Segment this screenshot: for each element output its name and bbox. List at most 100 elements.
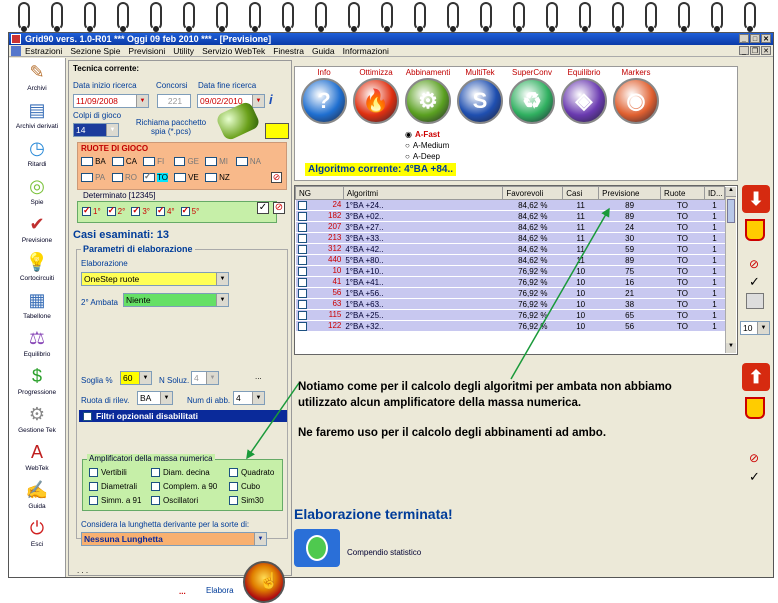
equilibrio-button[interactable]: ◈ bbox=[561, 78, 607, 124]
menu-informazioni[interactable]: Informazioni bbox=[343, 46, 389, 56]
check-all-button[interactable]: ✓ bbox=[257, 202, 269, 214]
row-checkbox[interactable] bbox=[297, 256, 307, 265]
markers-button[interactable]: ◉ bbox=[613, 78, 659, 124]
determinato-checkbox[interactable] bbox=[131, 205, 141, 216]
menu-servizio-webtek[interactable]: Servizio WebTek bbox=[202, 46, 265, 56]
table-row[interactable]: 115 2°BA +25.. 76,92 % 10 65 TO 1 bbox=[295, 309, 725, 321]
ruota-checkbox[interactable] bbox=[143, 157, 156, 166]
superconv-button[interactable]: ♻ bbox=[509, 78, 555, 124]
radio-dot[interactable]: ○ bbox=[405, 152, 410, 161]
elaborazione-select[interactable]: OneStep ruote bbox=[81, 272, 229, 286]
maximize-button[interactable]: □ bbox=[750, 34, 760, 43]
colpi-select[interactable]: 14 bbox=[73, 123, 119, 137]
ruota-checkbox[interactable] bbox=[112, 157, 124, 166]
filtri-checkbox[interactable] bbox=[83, 412, 92, 422]
scroll-down-icon[interactable]: ▼ bbox=[726, 343, 736, 353]
table-row[interactable]: 182 3°BA +02.. 84,62 % 11 89 TO 1 bbox=[295, 210, 725, 222]
ruota-rilev-select[interactable]: BA bbox=[137, 391, 173, 405]
amp-checkbox[interactable] bbox=[229, 468, 238, 477]
ruota-pa[interactable]: PA bbox=[81, 173, 106, 182]
ruota-fi[interactable]: FI bbox=[143, 157, 168, 166]
ruota-checkbox[interactable] bbox=[174, 157, 186, 166]
ottimizza-button[interactable]: 🔥 bbox=[353, 78, 399, 124]
trash-icon-2[interactable] bbox=[745, 397, 765, 419]
amp-complem-a-90[interactable]: Complem. a 90 bbox=[151, 482, 217, 491]
child-close-button[interactable]: ✕ bbox=[761, 46, 771, 55]
compendio-button[interactable] bbox=[294, 529, 340, 567]
ruota-to[interactable]: TO bbox=[143, 171, 168, 182]
ruota-checkbox[interactable] bbox=[81, 157, 94, 166]
determinato-5[interactable]: 5° bbox=[180, 205, 199, 216]
determinato-3[interactable]: 3° bbox=[131, 205, 150, 216]
amp-diam-decina[interactable]: Diam. decina bbox=[151, 468, 210, 477]
check-icon-2[interactable]: ✓ bbox=[749, 469, 760, 485]
num-abb-select[interactable]: 4 bbox=[233, 391, 265, 405]
sidebar-item-cortocircuiti[interactable]: 💡 Cortocircuiti bbox=[9, 249, 65, 286]
soglia-select[interactable]: 60 bbox=[120, 371, 152, 385]
sidebar-item-equilibrio[interactable]: ⚖ Equilibrio bbox=[9, 325, 65, 362]
menu-previsioni[interactable]: Previsioni bbox=[128, 46, 165, 56]
sidebar-item-esci[interactable]: ⏻ Esci bbox=[9, 515, 65, 552]
sidebar-item-guida[interactable]: ✍ Guida bbox=[9, 477, 65, 514]
spia-color-box[interactable] bbox=[265, 123, 289, 139]
table-row[interactable]: 41 1°BA +41.. 76,92 % 10 16 TO 1 bbox=[295, 276, 725, 288]
amp-quadrato[interactable]: Quadrato bbox=[229, 468, 274, 477]
no-icon[interactable]: ⊘ bbox=[749, 257, 759, 271]
sidebar-item-progressione[interactable]: $ Progressione bbox=[9, 363, 65, 400]
col-header[interactable]: ID... bbox=[703, 186, 726, 200]
sidebar-item-tabellone[interactable]: ▦ Tabellone bbox=[9, 287, 65, 324]
determinato-checkbox[interactable] bbox=[82, 205, 91, 216]
nsoluz-ellipsis[interactable]: ... bbox=[255, 372, 262, 381]
ruota-checkbox[interactable] bbox=[112, 173, 123, 182]
col-header[interactable]: Ruote bbox=[660, 186, 705, 200]
row-checkbox[interactable] bbox=[297, 234, 307, 243]
menu-finestra[interactable]: Finestra bbox=[273, 46, 304, 56]
ruota-checkbox[interactable] bbox=[205, 173, 218, 182]
table-row[interactable]: 213 3°BA +33.. 84,62 % 11 30 TO 1 bbox=[295, 232, 725, 244]
col-header[interactable]: NG bbox=[295, 186, 344, 200]
table-row[interactable]: 56 1°BA +56.. 76,92 % 10 21 TO 1 bbox=[295, 287, 725, 299]
row-checkbox[interactable] bbox=[297, 212, 307, 221]
clear-ruote-button[interactable]: ⊘ bbox=[271, 172, 282, 183]
close-button[interactable]: ✕ bbox=[761, 34, 771, 43]
amp-simm-a-91[interactable]: Simm. a 91 bbox=[89, 496, 141, 505]
ruota-checkbox[interactable] bbox=[236, 157, 248, 166]
multitek-button[interactable]: S bbox=[457, 78, 503, 124]
amp-cubo[interactable]: Cubo bbox=[229, 482, 260, 491]
menu-utility[interactable]: Utility bbox=[173, 46, 194, 56]
sidebar-item-archivi-derivati[interactable]: ▤ Archivi derivati bbox=[9, 97, 65, 134]
abbinamenti-button[interactable]: ⚙ bbox=[405, 78, 451, 124]
sidebar-item-spie[interactable]: ◎ Spie bbox=[9, 173, 65, 210]
col-header[interactable]: Algoritmi bbox=[342, 186, 504, 200]
ruota-checkbox[interactable] bbox=[81, 173, 94, 182]
determinato-2[interactable]: 2° bbox=[106, 205, 125, 216]
arrow-up-icon[interactable]: ⬆ bbox=[742, 363, 770, 391]
child-restore-button[interactable]: ❐ bbox=[750, 46, 760, 55]
row-checkbox[interactable] bbox=[297, 311, 307, 320]
determinato-1[interactable]: 1° bbox=[82, 205, 101, 216]
lunghetta-select[interactable]: Nessuna Lunghetta bbox=[81, 532, 267, 546]
amp-checkbox[interactable] bbox=[229, 496, 238, 505]
col-header[interactable]: Previsione bbox=[598, 186, 662, 200]
count-select[interactable]: 10 bbox=[740, 321, 770, 335]
row-checkbox[interactable] bbox=[297, 300, 307, 309]
radio-dot[interactable]: ◉ bbox=[405, 130, 412, 139]
menu-estrazioni[interactable]: Estrazioni bbox=[25, 46, 62, 56]
determinato-checkbox[interactable] bbox=[180, 205, 190, 216]
trash-icon[interactable] bbox=[745, 219, 765, 241]
amp-sim30[interactable]: Sim30 bbox=[229, 496, 264, 505]
col-header[interactable]: Favorevoli bbox=[502, 186, 564, 200]
clear-determinato-button[interactable]: ⊘ bbox=[273, 202, 285, 214]
ruota-nz[interactable]: NZ bbox=[205, 173, 230, 182]
ruota-ba[interactable]: BA bbox=[81, 157, 106, 166]
grid-scrollbar[interactable]: ▲ ▼ bbox=[725, 187, 736, 353]
radio-dot[interactable]: ○ bbox=[405, 141, 410, 150]
amp-checkbox[interactable] bbox=[89, 468, 98, 477]
determinato-4[interactable]: 4° bbox=[155, 205, 175, 216]
sidebar-item-ritardi[interactable]: ◷ Ritardi bbox=[9, 135, 65, 172]
ruota-ge[interactable]: GE bbox=[174, 157, 199, 166]
minimize-button[interactable]: _ bbox=[739, 34, 749, 43]
row-checkbox[interactable] bbox=[297, 223, 307, 232]
data-fine-input[interactable]: 09/02/2010 bbox=[197, 94, 265, 108]
check-icon[interactable]: ✓ bbox=[749, 274, 760, 290]
